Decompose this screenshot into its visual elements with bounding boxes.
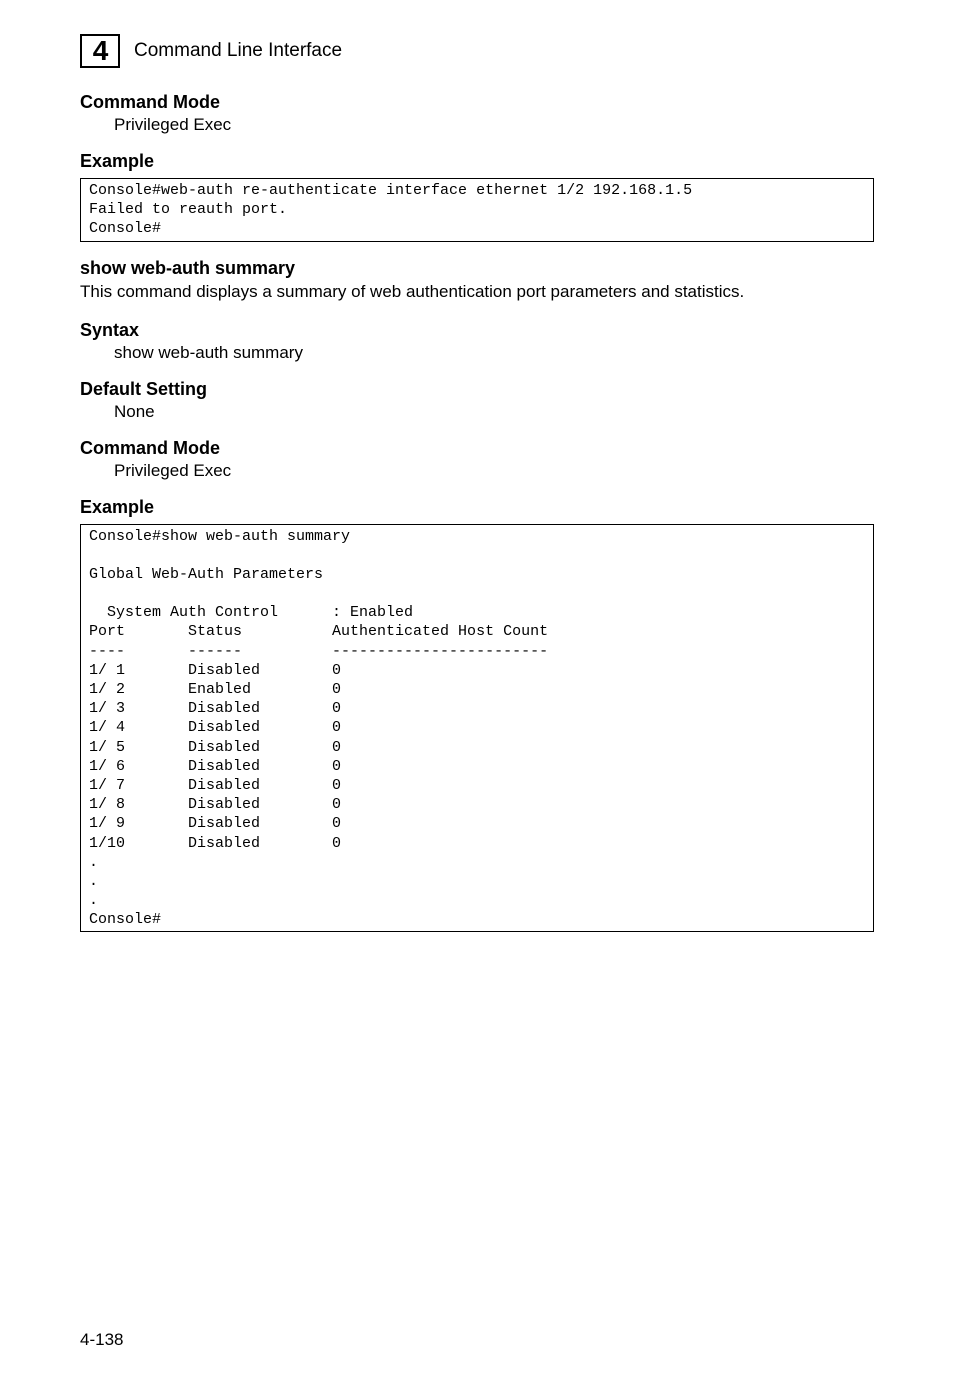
heading-command-mode-1: Command Mode [80, 92, 874, 113]
code-block-1: Console#web-auth re-authenticate interfa… [80, 178, 874, 242]
heading-show-web-auth: show web-auth summary [80, 258, 874, 279]
command-mode-value-1: Privileged Exec [114, 115, 874, 135]
command-mode-value-2: Privileged Exec [114, 461, 874, 481]
page-content: 4 Command Line Interface Command Mode Pr… [0, 0, 954, 932]
default-setting-value: None [114, 402, 874, 422]
show-web-auth-description: This command displays a summary of web a… [80, 281, 874, 304]
chapter-title: Command Line Interface [134, 40, 342, 62]
heading-example-1: Example [80, 151, 874, 172]
chapter-number-icon: 4 [80, 34, 120, 68]
chapter-number: 4 [93, 35, 108, 67]
heading-default-setting: Default Setting [80, 379, 874, 400]
page-header: 4 Command Line Interface [80, 34, 874, 68]
code-block-2: Console#show web-auth summary Global Web… [80, 524, 874, 933]
heading-command-mode-2: Command Mode [80, 438, 874, 459]
heading-syntax: Syntax [80, 320, 874, 341]
page-number: 4-138 [80, 1330, 123, 1350]
syntax-value: show web-auth summary [114, 343, 874, 363]
heading-example-2: Example [80, 497, 874, 518]
